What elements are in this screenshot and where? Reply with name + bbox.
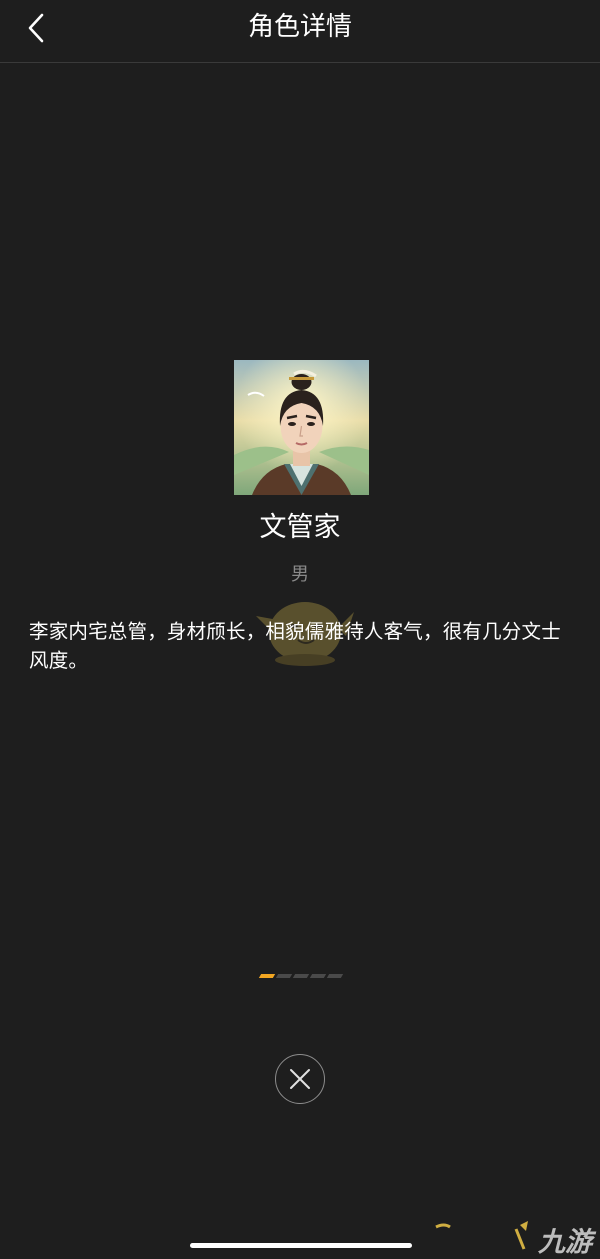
- home-indicator: [190, 1243, 412, 1248]
- close-button[interactable]: [275, 1054, 325, 1104]
- page-title: 角色详情: [247, 12, 352, 42]
- site-watermark-text: 九游: [538, 1227, 592, 1258]
- nav-bar: 角色详情: [0, 0, 600, 63]
- character-portrait: [234, 360, 369, 495]
- page-dot: [326, 974, 344, 978]
- page-dot-active: [258, 974, 276, 978]
- character-name: 文管家: [259, 512, 341, 543]
- character-description: 李家内宅总管，身材颀长，相貌儒雅待人客气，很有几分文士风度。: [29, 620, 561, 672]
- page-dot: [292, 974, 310, 978]
- page-dot: [275, 974, 293, 978]
- page-dot: [309, 974, 327, 978]
- nine-games-logo-icon: [435, 1221, 528, 1250]
- site-watermark: 九游: [430, 1216, 600, 1258]
- page-indicator: [258, 974, 344, 980]
- close-icon: [290, 1069, 310, 1089]
